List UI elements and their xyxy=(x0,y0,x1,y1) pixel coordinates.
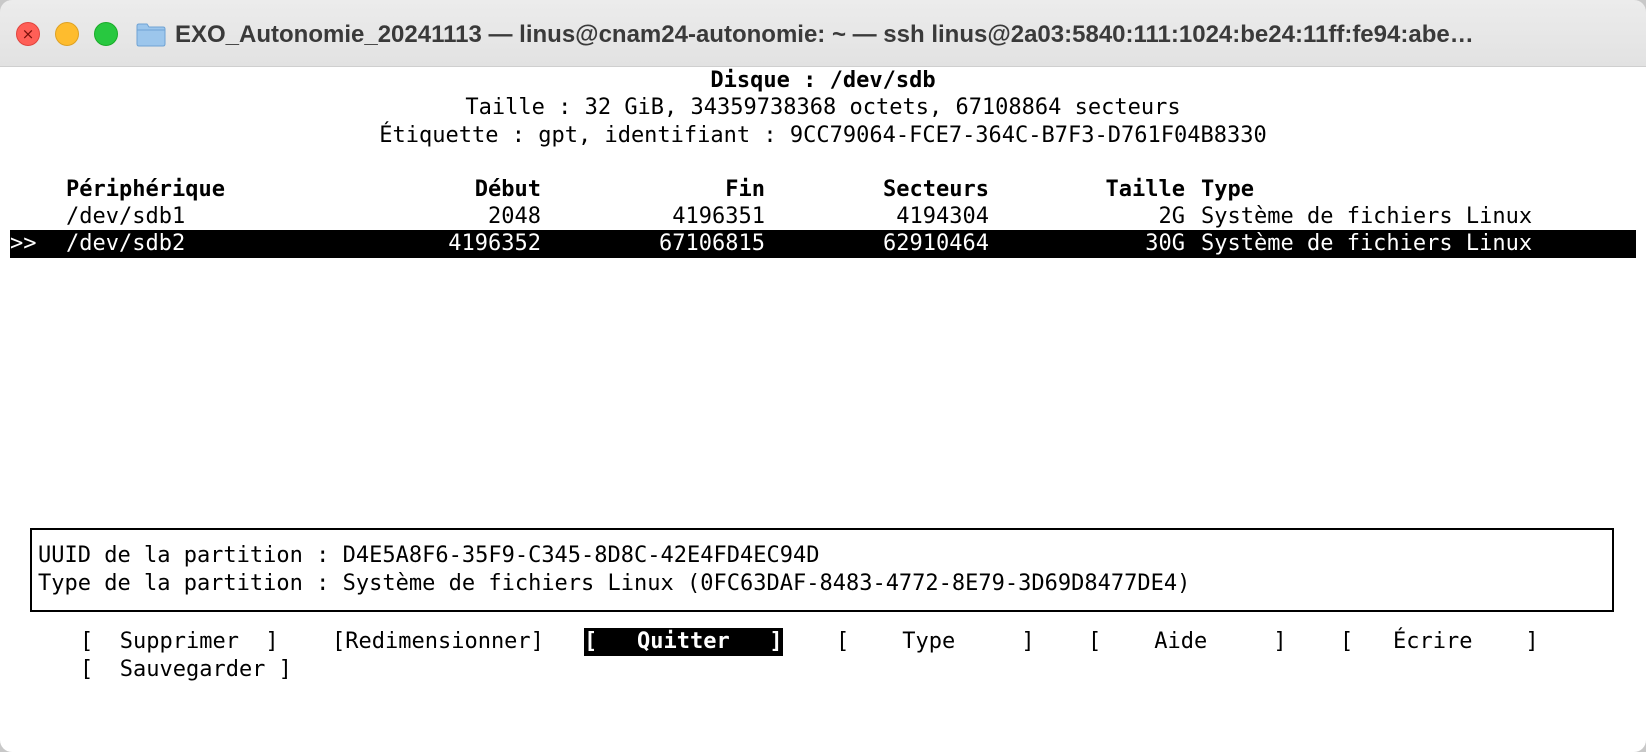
help-button[interactable]: [ Aide ] xyxy=(1088,628,1287,656)
type-button[interactable]: [ Type ] xyxy=(836,628,1035,656)
write-button[interactable]: [ Écrire ] xyxy=(1340,628,1539,656)
disk-size-line: Taille : 32 GiB, 34359738368 octets, 671… xyxy=(465,95,1181,120)
quit-button[interactable]: [ Quitter ] xyxy=(584,628,783,656)
save-button[interactable]: [ Sauvegarder ] xyxy=(80,656,292,684)
minimize-button[interactable] xyxy=(55,22,79,46)
disk-heading: Disque : /dev/sdb xyxy=(710,68,936,93)
header-end: Fin xyxy=(725,177,765,202)
header-type: Type xyxy=(1201,177,1254,202)
delete-button[interactable]: [ Supprimer ] xyxy=(80,628,279,656)
cfdisk-screen[interactable]: Disque : /dev/sdb Taille : 32 GiB, 34359… xyxy=(0,67,1646,752)
row-device: /dev/sdb2 xyxy=(66,231,186,256)
partition-uuid: UUID de la partition : D4E5A8F6-35F9-C34… xyxy=(38,543,820,568)
header-sectors: Secteurs xyxy=(883,177,989,202)
partition-type: Type de la partition : Système de fichie… xyxy=(38,571,1191,596)
row-size: 2G xyxy=(1158,204,1186,229)
terminal-window: × EXO_Autonomie_20241113 — linus@cnam24-… xyxy=(0,0,1646,752)
header-start: Début xyxy=(474,177,541,202)
row-sectors: 62910464 xyxy=(883,231,989,256)
close-button[interactable]: × xyxy=(16,22,40,46)
row-end: 67106815 xyxy=(659,231,765,256)
row-type: Système de fichiers Linux xyxy=(1201,204,1533,229)
row-sectors: 4194304 xyxy=(896,204,989,229)
close-icon: × xyxy=(21,25,35,43)
resize-button[interactable]: [Redimensionner] xyxy=(332,628,544,656)
header-device: Périphérique xyxy=(66,177,225,202)
table-row[interactable]: /dev/sdb1 2048 4196351 4194304 2G Systèm… xyxy=(10,203,1636,231)
row-end: 4196351 xyxy=(672,204,765,229)
disk-label-line: Étiquette : gpt, identifiant : 9CC79064-… xyxy=(379,123,1267,148)
row-device: /dev/sdb1 xyxy=(66,204,186,229)
zoom-button[interactable] xyxy=(94,22,118,46)
row-start: 2048 xyxy=(488,204,541,229)
row-size: 30G xyxy=(1145,231,1185,256)
selection-marker: >> xyxy=(10,231,37,256)
row-type: Système de fichiers Linux xyxy=(1201,231,1533,256)
partition-info-box: UUID de la partition : D4E5A8F6-35F9-C34… xyxy=(30,528,1614,612)
window-title: EXO_Autonomie_20241113 — linus@cnam24-au… xyxy=(175,21,1474,48)
folder-icon xyxy=(136,23,166,47)
row-start: 4196352 xyxy=(448,231,541,256)
table-row-selected[interactable]: >> /dev/sdb2 4196352 67106815 62910464 3… xyxy=(10,230,1636,258)
title-bar[interactable]: × EXO_Autonomie_20241113 — linus@cnam24-… xyxy=(0,0,1646,67)
header-size: Taille xyxy=(1105,177,1185,202)
table-header: Périphérique Début Fin Secteurs Taille T… xyxy=(10,176,1636,204)
